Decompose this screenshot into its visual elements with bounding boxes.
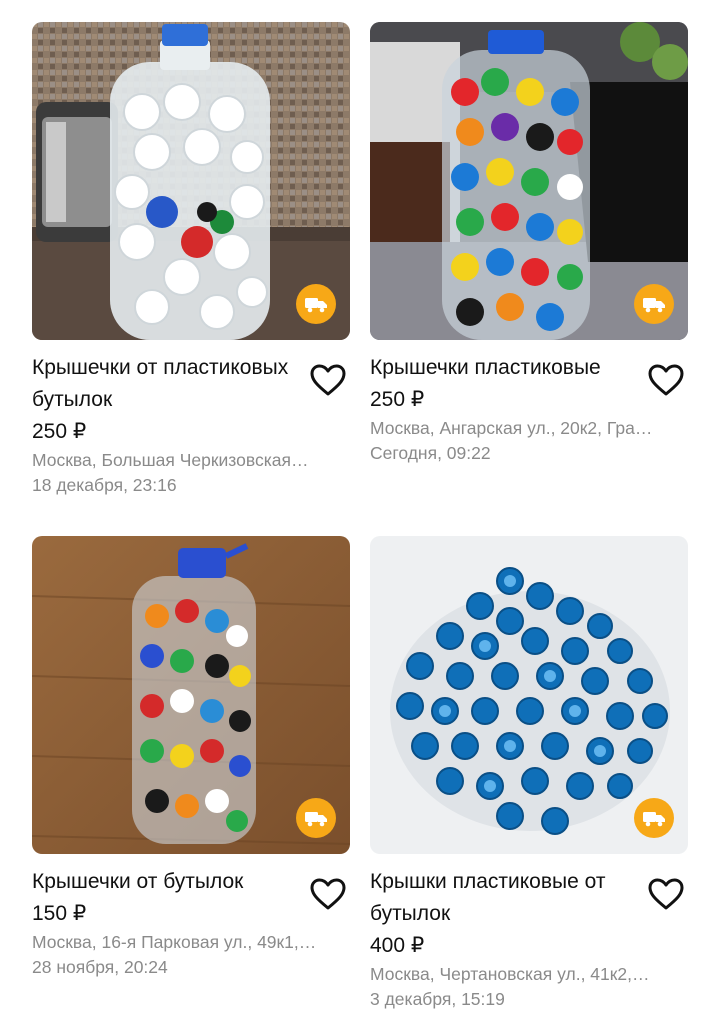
listing-price: 250 ₽: [32, 420, 87, 443]
listing-price: 400 ₽: [370, 934, 425, 957]
delivery-badge: [634, 284, 674, 324]
heart-outline-icon: [648, 364, 684, 396]
listing-card[interactable]: Крышечки пластиковые 250 ₽ Москва, Ангар…: [370, 22, 688, 466]
listing-price: 150 ₽: [32, 902, 87, 925]
delivery-badge: [296, 798, 336, 838]
listing-photo[interactable]: [32, 536, 350, 854]
heart-outline-icon: [310, 878, 346, 910]
listing-date: Сегодня, 09:22: [370, 443, 491, 463]
truck-icon: [643, 812, 665, 827]
favorite-button[interactable]: [308, 874, 348, 914]
listing-title[interactable]: Крышечки от бутылок: [32, 866, 302, 898]
heart-outline-icon: [310, 364, 346, 396]
listing-card[interactable]: Крышечки от пластиковых бутылок 250 ₽ Мо…: [32, 22, 350, 498]
truck-icon: [305, 298, 327, 313]
favorite-button[interactable]: [646, 360, 686, 400]
listing-title[interactable]: Крышечки пластиковые: [370, 352, 640, 384]
listing-address: Москва, Чертановская ул., 41к2,…: [370, 964, 650, 984]
listing-photo[interactable]: [370, 536, 688, 854]
listing-card[interactable]: Крышки пластиковые от бутылок 400 ₽ Моск…: [370, 536, 688, 1012]
listing-date: 28 ноября, 20:24: [32, 957, 168, 977]
listing-photo[interactable]: [370, 22, 688, 340]
listing-price: 250 ₽: [370, 388, 425, 411]
listing-title[interactable]: Крышечки от пластиковых бутылок: [32, 352, 302, 416]
listing-address: Москва, Большая Черкизовская…: [32, 450, 309, 470]
listing-address: Москва, Ангарская ул., 20к2, Гра…: [370, 418, 653, 438]
favorite-button[interactable]: [646, 874, 686, 914]
listing-date: 3 декабря, 15:19: [370, 989, 505, 1009]
listing-address: Москва, 16-я Парковая ул., 49к1,…: [32, 932, 317, 952]
heart-outline-icon: [648, 878, 684, 910]
favorite-button[interactable]: [308, 360, 348, 400]
delivery-badge: [634, 798, 674, 838]
listing-card[interactable]: Крышечки от бутылок 150 ₽ Москва, 16-я П…: [32, 536, 350, 980]
listing-date: 18 декабря, 23:16: [32, 475, 177, 495]
listings-grid: Крышечки от пластиковых бутылок 250 ₽ Мо…: [0, 0, 709, 1032]
truck-icon: [643, 298, 665, 313]
listing-photo[interactable]: [32, 22, 350, 340]
listing-title[interactable]: Крышки пластиковые от бутылок: [370, 866, 640, 930]
truck-icon: [305, 812, 327, 827]
delivery-badge: [296, 284, 336, 324]
